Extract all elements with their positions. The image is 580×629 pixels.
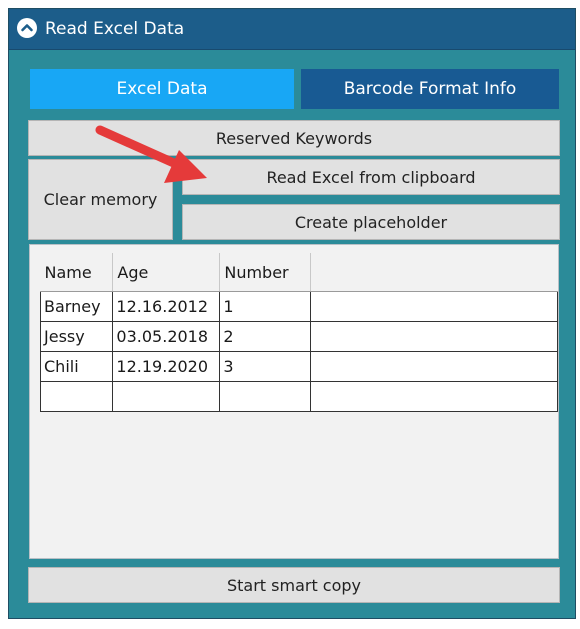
read-excel-panel: Read Excel Data Excel Data Barcode Forma… xyxy=(8,8,576,619)
start-smart-copy-button[interactable]: Start smart copy xyxy=(28,567,560,603)
table-cell[interactable]: Jessy xyxy=(39,321,114,352)
reserved-keywords-button[interactable]: Reserved Keywords xyxy=(28,120,560,156)
panel-titlebar[interactable]: Read Excel Data xyxy=(9,9,575,50)
table-cell[interactable] xyxy=(219,381,312,412)
table-cell[interactable]: 12.16.2012 xyxy=(112,291,221,322)
table-row[interactable]: Chili 12.19.2020 3 xyxy=(39,351,558,382)
column-header-number[interactable]: Number xyxy=(219,253,311,292)
column-header-name[interactable]: Name xyxy=(40,253,113,292)
table-cell[interactable] xyxy=(310,351,558,382)
table-header-row: Name Age Number xyxy=(40,253,558,292)
table-row-new[interactable] xyxy=(39,381,558,412)
table-cell[interactable] xyxy=(310,291,558,322)
clear-memory-button[interactable]: Clear memory xyxy=(28,159,173,240)
table-cell[interactable] xyxy=(310,381,558,412)
table-cell[interactable]: 1 xyxy=(219,291,312,322)
panel-title: Read Excel Data xyxy=(45,19,185,39)
chevron-up-icon[interactable] xyxy=(17,18,37,38)
column-header-age[interactable]: Age xyxy=(112,253,220,292)
table-cell[interactable]: 2 xyxy=(219,321,312,352)
excel-data-grid[interactable]: Name Age Number Barney 12.16.2012 1 Jess… xyxy=(29,244,559,559)
table-cell[interactable] xyxy=(39,381,114,412)
table-cell[interactable]: Chili xyxy=(39,351,114,382)
excel-data-table: Name Age Number Barney 12.16.2012 1 Jess… xyxy=(39,253,558,412)
tab-barcode-format-info[interactable]: Barcode Format Info xyxy=(301,69,559,109)
table-cell[interactable]: 12.19.2020 xyxy=(112,351,221,382)
column-header-filler xyxy=(310,253,558,292)
table-cell[interactable] xyxy=(310,321,558,352)
table-row[interactable]: Jessy 03.05.2018 2 xyxy=(39,321,558,352)
tab-excel-data[interactable]: Excel Data xyxy=(30,69,294,109)
table-cell[interactable]: Barney xyxy=(39,291,114,322)
table-cell[interactable]: 3 xyxy=(219,351,312,382)
create-placeholder-button[interactable]: Create placeholder xyxy=(182,204,560,240)
table-cell[interactable] xyxy=(112,381,221,412)
read-excel-clipboard-button[interactable]: Read Excel from clipboard xyxy=(182,159,560,195)
table-row[interactable]: Barney 12.16.2012 1 xyxy=(39,291,558,322)
table-cell[interactable]: 03.05.2018 xyxy=(112,321,221,352)
